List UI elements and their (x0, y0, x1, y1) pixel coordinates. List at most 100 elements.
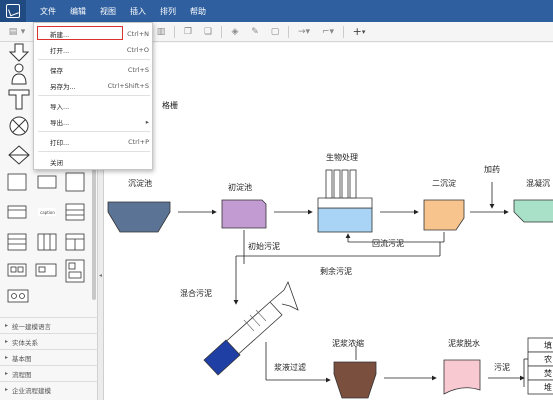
caret-right-icon: ▸ (5, 322, 9, 329)
menu-item-open[interactable]: 打开... Ctrl+O (34, 42, 154, 57)
menu-bar: 文件 编辑 视图 插入 排列 帮助 (0, 0, 553, 22)
coag-tank-shape[interactable] (513, 199, 553, 223)
label-mixed-sludge: 混合污泥 (180, 289, 212, 298)
shape-grid: caption (7, 172, 85, 303)
menu-divider (38, 151, 150, 152)
menu-item-label: 导出... (50, 118, 70, 127)
table-cell: 农 (544, 355, 552, 364)
menu-item-import[interactable]: 导入... (34, 98, 154, 113)
menu-item-new[interactable]: 新建... Ctrl+N (34, 26, 154, 41)
actor-shape[interactable] (14, 63, 24, 73)
delete-icon[interactable]: ▥ (154, 25, 168, 39)
file-menu-dropdown: 新建... Ctrl+N 打开... Ctrl+O 保存 Ctrl+S 另存为... C… (33, 22, 153, 170)
label-sludge: 污泥 (494, 363, 510, 372)
primary-tank-shape[interactable] (221, 199, 267, 229)
table-cell: 填 (544, 341, 552, 350)
library-label: 统一建模语言 (12, 322, 52, 331)
shape-box[interactable] (7, 173, 27, 191)
library-flowchart[interactable]: ▸ 流程图 (0, 365, 98, 381)
menu-item-label: 另存为... (50, 82, 76, 91)
menu-item-shortcut: Ctrl+N (127, 29, 149, 38)
menu-insert[interactable]: 插入 (130, 6, 146, 17)
settling-tank-shape[interactable] (107, 201, 171, 233)
menu-item-close[interactable]: 关闭 (34, 154, 154, 169)
label-bio-treatment: 生物处理 (326, 153, 358, 162)
menu-item-label: 新建... (50, 30, 70, 39)
menu-item-label: 保存 (50, 66, 63, 75)
secondary-tank-shape[interactable] (423, 199, 465, 231)
logo-icon (6, 4, 20, 18)
bio-treatment-tank-shape[interactable] (317, 207, 373, 233)
toolbar-divider (288, 25, 289, 38)
page-view-icon[interactable]: ▤ (6, 25, 20, 39)
caret-right-icon: ▸ (5, 354, 9, 361)
menu-edit[interactable]: 编辑 (70, 6, 86, 17)
fill-color-icon[interactable]: ◈ (228, 25, 242, 39)
library-label: 流程图 (12, 370, 32, 379)
caret-right-icon: ▸ (5, 370, 9, 377)
diagram-svg (104, 42, 553, 399)
menu-view[interactable]: 视图 (100, 6, 116, 17)
label-filtrate: 浆液过滤 (274, 363, 306, 372)
label-primary-tank: 初淀池 (228, 183, 252, 192)
label-sludge-dewater: 泥浆脱水 (448, 339, 480, 348)
table-cell: 堆 (544, 383, 552, 392)
to-front-icon[interactable]: ❐ (181, 25, 195, 39)
menu-item-label: 打印... (50, 138, 70, 147)
library-er[interactable]: ▸ 实体关系 (0, 333, 98, 349)
caret-right-icon: ▸ (5, 386, 9, 393)
collapse-handle-icon[interactable]: ◂ (99, 272, 103, 286)
diagram-canvas[interactable]: 格栅 沉淀池 初淀池 生物处理 二沉淀 加药 混凝沉 初始污泥 回流污泥 剩余污… (104, 42, 553, 400)
to-back-icon[interactable]: ❏ (201, 25, 215, 39)
menu-item-save[interactable]: 保存 Ctrl+S (34, 62, 154, 77)
menu-item-shortcut: Ctrl+Shift+S (107, 81, 149, 90)
label-coag-tank: 混凝沉 (526, 179, 550, 188)
menu-divider (38, 95, 150, 96)
shadow-icon[interactable]: ▢ (268, 25, 282, 39)
toolbar-divider (174, 25, 175, 38)
t-shape[interactable] (8, 89, 30, 110)
menu-item-label: 导入... (50, 102, 70, 111)
toolbar-divider (221, 25, 222, 38)
chevron-down-icon[interactable]: ▾ (20, 25, 26, 39)
library-bpmn[interactable]: ▸ 企业流程建模 (0, 381, 98, 397)
menu-divider (38, 59, 150, 60)
library-label: 企业流程建模 (12, 386, 52, 395)
label-settling-tank: 沉淀池 (128, 179, 152, 188)
table-cell: 焚 (544, 369, 552, 378)
basic-shapes-column (8, 43, 30, 165)
shape-caption: caption (40, 210, 55, 215)
label-sludge-thicken: 泥浆浓缩 (332, 339, 364, 348)
insert-plus-icon[interactable]: + ▾ (350, 25, 368, 39)
menu-item-label: 关闭 (50, 158, 63, 167)
line-color-icon[interactable]: ✎ (248, 25, 262, 39)
app-logo (0, 0, 26, 22)
label-grille: 格栅 (162, 101, 178, 110)
dewatering-shape[interactable] (443, 359, 481, 395)
library-basic[interactable]: ▸ 基本图 (0, 349, 98, 365)
menu-item-shortcut: Ctrl+O (126, 45, 149, 54)
menu-arrange[interactable]: 排列 (160, 6, 176, 17)
label-dosing: 加药 (484, 165, 500, 174)
menu-help[interactable]: 帮助 (190, 6, 206, 17)
label-secondary-tank: 二沉淀 (432, 179, 456, 188)
label-excess-sludge: 剩余污泥 (320, 267, 352, 276)
menu-item-shortcut: Ctrl+P (128, 137, 149, 146)
down-arrow-shape[interactable] (8, 43, 30, 62)
thickener-shape[interactable] (333, 361, 377, 399)
label-initial-sludge: 初始污泥 (248, 242, 280, 251)
menu-file[interactable]: 文件 (40, 6, 56, 17)
menu-item-save-as[interactable]: 另存为... Ctrl+Shift+S (34, 78, 154, 93)
waypoint-icon[interactable]: ⌐▾ (319, 25, 337, 39)
connection-icon[interactable]: →▾ (295, 25, 313, 39)
submenu-arrow-icon: ▸ (145, 117, 149, 126)
menu-item-label: 打开... (50, 46, 70, 55)
menu-divider (38, 131, 150, 132)
sidebar-scrollbar[interactable] (92, 150, 96, 300)
menu-item-export[interactable]: 导出... ▸ (34, 114, 154, 129)
label-return-sludge: 回流污泥 (372, 239, 404, 248)
menu-item-print[interactable]: 打印... Ctrl+P (34, 134, 154, 149)
library-label: 实体关系 (12, 338, 39, 347)
library-label: 基本图 (12, 354, 32, 363)
library-uml[interactable]: ▸ 统一建模语言 (0, 317, 98, 333)
